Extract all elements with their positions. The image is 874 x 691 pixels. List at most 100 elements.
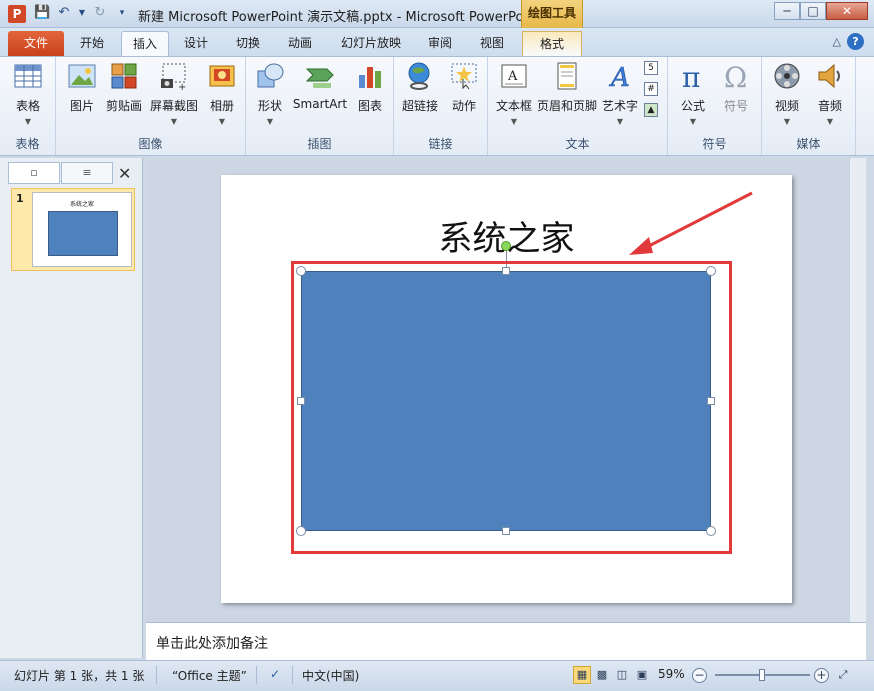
chart-button[interactable]: 图表 bbox=[350, 61, 390, 114]
help-icon[interactable]: ? bbox=[847, 33, 864, 50]
annotation-arrow-icon bbox=[621, 191, 761, 261]
tab-file[interactable]: 文件 bbox=[8, 31, 64, 56]
outline-icon: ≡ bbox=[82, 166, 91, 179]
table-icon bbox=[13, 61, 43, 91]
status-bar: 幻灯片 第 1 张，共 1 张 “Office 主题” ✓ 中文(中国) ▦ ▩… bbox=[0, 660, 874, 691]
hyperlink-icon bbox=[405, 61, 435, 91]
rotation-handle[interactable] bbox=[501, 241, 511, 251]
vertical-scrollbar[interactable] bbox=[849, 158, 866, 622]
action-button[interactable]: 动作 bbox=[444, 61, 484, 114]
notes-pane[interactable]: 单击此处添加备注 bbox=[146, 622, 866, 660]
customize-qat-icon[interactable]: ▾ bbox=[114, 5, 130, 21]
dropdown-arrow-icon: ▼ bbox=[202, 117, 242, 126]
reading-view-icon[interactable]: ◫ bbox=[613, 666, 631, 684]
picture-icon bbox=[67, 61, 97, 91]
slides-pane-tabs: ▫ ≡ ✕ bbox=[0, 160, 143, 184]
dropdown-arrow-icon: ▼ bbox=[148, 117, 200, 126]
collapse-ribbon-icon[interactable]: △ bbox=[833, 35, 841, 48]
thumbnail-title: 系统之家 bbox=[33, 199, 131, 208]
normal-view-icon[interactable]: ▦ bbox=[573, 666, 591, 684]
tab-design[interactable]: 设计 bbox=[172, 31, 220, 56]
equation-button[interactable]: π 公式 ▼ bbox=[674, 61, 712, 126]
theme-status[interactable]: “Office 主题” bbox=[172, 667, 247, 684]
audio-icon bbox=[815, 61, 845, 91]
screenshot-icon: + bbox=[159, 61, 189, 91]
object-icon[interactable]: ▲ bbox=[644, 103, 658, 117]
zoom-slider[interactable] bbox=[715, 674, 810, 676]
close-pane-icon[interactable]: ✕ bbox=[118, 164, 131, 183]
smartart-button[interactable]: SmartArt bbox=[292, 61, 348, 111]
notes-placeholder[interactable]: 单击此处添加备注 bbox=[156, 633, 268, 653]
table-button[interactable]: 表格 ▼ bbox=[6, 61, 50, 126]
slides-pane: ▫ ≡ ✕ 1 系统之家 bbox=[0, 158, 143, 658]
zoom-slider-knob[interactable] bbox=[759, 669, 765, 681]
equation-icon: π bbox=[678, 61, 708, 91]
picture-button[interactable]: 图片 bbox=[64, 61, 100, 114]
hyperlink-button[interactable]: 超链接 bbox=[398, 61, 442, 114]
spellcheck-icon[interactable]: ✓ bbox=[270, 667, 280, 681]
clipart-button[interactable]: 剪贴画 bbox=[104, 61, 144, 114]
video-button[interactable]: 视频 ▼ bbox=[768, 61, 806, 126]
tab-transitions[interactable]: 切换 bbox=[224, 31, 272, 56]
slide-canvas[interactable]: 系统之家 bbox=[221, 175, 792, 603]
zoom-in-icon[interactable]: + bbox=[814, 668, 829, 683]
redo-icon[interactable]: ↻ bbox=[92, 5, 108, 21]
wordart-icon: A bbox=[605, 61, 635, 91]
language-status[interactable]: 中文(中国) bbox=[302, 667, 359, 684]
undo-icon[interactable]: ↶ bbox=[56, 5, 72, 21]
slides-icon: ▫ bbox=[30, 166, 37, 179]
tab-slideshow[interactable]: 幻灯片放映 bbox=[330, 31, 412, 56]
tab-animations[interactable]: 动画 bbox=[276, 31, 324, 56]
drawing-tools-context-header: 绘图工具 bbox=[521, 0, 583, 28]
date-time-icon[interactable]: # bbox=[644, 82, 658, 96]
dropdown-arrow-icon: ▼ bbox=[768, 117, 806, 126]
minimize-button[interactable]: ─ bbox=[774, 2, 800, 20]
video-icon bbox=[772, 61, 802, 91]
svg-text:π: π bbox=[682, 61, 700, 91]
slideshow-view-icon[interactable]: ▣ bbox=[633, 666, 651, 684]
screenshot-button[interactable]: + 屏幕截图 ▼ bbox=[148, 61, 200, 126]
tab-format[interactable]: 格式 bbox=[522, 31, 582, 56]
tab-home[interactable]: 开始 bbox=[68, 31, 116, 56]
dropdown-arrow-icon: ▼ bbox=[252, 117, 288, 126]
symbol-icon: Ω bbox=[721, 61, 751, 91]
dropdown-arrow-icon[interactable]: ▼ bbox=[78, 5, 86, 21]
slide-number-icon[interactable]: 5 bbox=[644, 61, 658, 75]
ribbon-tab-row: 文件 开始 插入 设计 切换 动画 幻灯片放映 审阅 视图 格式 △ ? bbox=[0, 28, 874, 56]
quick-access-toolbar: 💾 ↶ ▼ ↻ ▾ bbox=[34, 5, 130, 21]
tab-review[interactable]: 审阅 bbox=[416, 31, 464, 56]
group-label-text: 文本 bbox=[488, 135, 667, 152]
wordart-button[interactable]: A 艺术字 ▼ bbox=[600, 61, 640, 126]
zoom-out-icon[interactable]: − bbox=[692, 668, 707, 683]
maximize-button[interactable]: □ bbox=[800, 2, 826, 20]
tab-view[interactable]: 视图 bbox=[468, 31, 516, 56]
slide-number: 1 bbox=[16, 192, 24, 205]
photo-album-button[interactable]: 相册 ▼ bbox=[202, 61, 242, 126]
header-footer-button[interactable]: 页眉和页脚 bbox=[536, 61, 598, 114]
svg-text:A: A bbox=[507, 69, 518, 84]
tab-insert[interactable]: 插入 bbox=[121, 31, 169, 56]
window-controls: ─ □ ✕ bbox=[774, 2, 868, 20]
group-label-links: 链接 bbox=[394, 135, 487, 152]
symbol-button[interactable]: Ω 符号 bbox=[716, 61, 756, 114]
slide-thumbnail[interactable]: 系统之家 bbox=[32, 192, 132, 267]
dropdown-arrow-icon: ▼ bbox=[600, 117, 640, 126]
slide-sorter-view-icon[interactable]: ▩ bbox=[593, 666, 611, 684]
slide-thumbnail-selected[interactable]: 1 系统之家 bbox=[11, 188, 135, 271]
dropdown-arrow-icon: ▼ bbox=[810, 117, 850, 126]
slide-editing-area: 系统之家 bbox=[146, 158, 866, 622]
window-title: 新建 Microsoft PowerPoint 演示文稿.pptx - Micr… bbox=[138, 6, 536, 25]
tab-outline[interactable]: ≡ bbox=[61, 162, 113, 184]
tab-slides-thumbnails[interactable]: ▫ bbox=[8, 162, 60, 184]
powerpoint-app-icon[interactable]: P bbox=[8, 5, 26, 23]
small-text-buttons: 5 # ▲ bbox=[644, 61, 660, 117]
group-label-tables: 表格 bbox=[0, 135, 55, 152]
save-icon[interactable]: 💾 bbox=[34, 5, 50, 21]
group-label-symbols: 符号 bbox=[668, 135, 761, 152]
zoom-level[interactable]: 59% bbox=[658, 667, 685, 681]
fit-to-window-icon[interactable]: ⤢ bbox=[834, 666, 852, 684]
textbox-button[interactable]: A 文本框 ▼ bbox=[492, 61, 536, 126]
audio-button[interactable]: 音频 ▼ bbox=[810, 61, 850, 126]
close-button[interactable]: ✕ bbox=[826, 2, 868, 20]
shapes-button[interactable]: 形状 ▼ bbox=[252, 61, 288, 126]
